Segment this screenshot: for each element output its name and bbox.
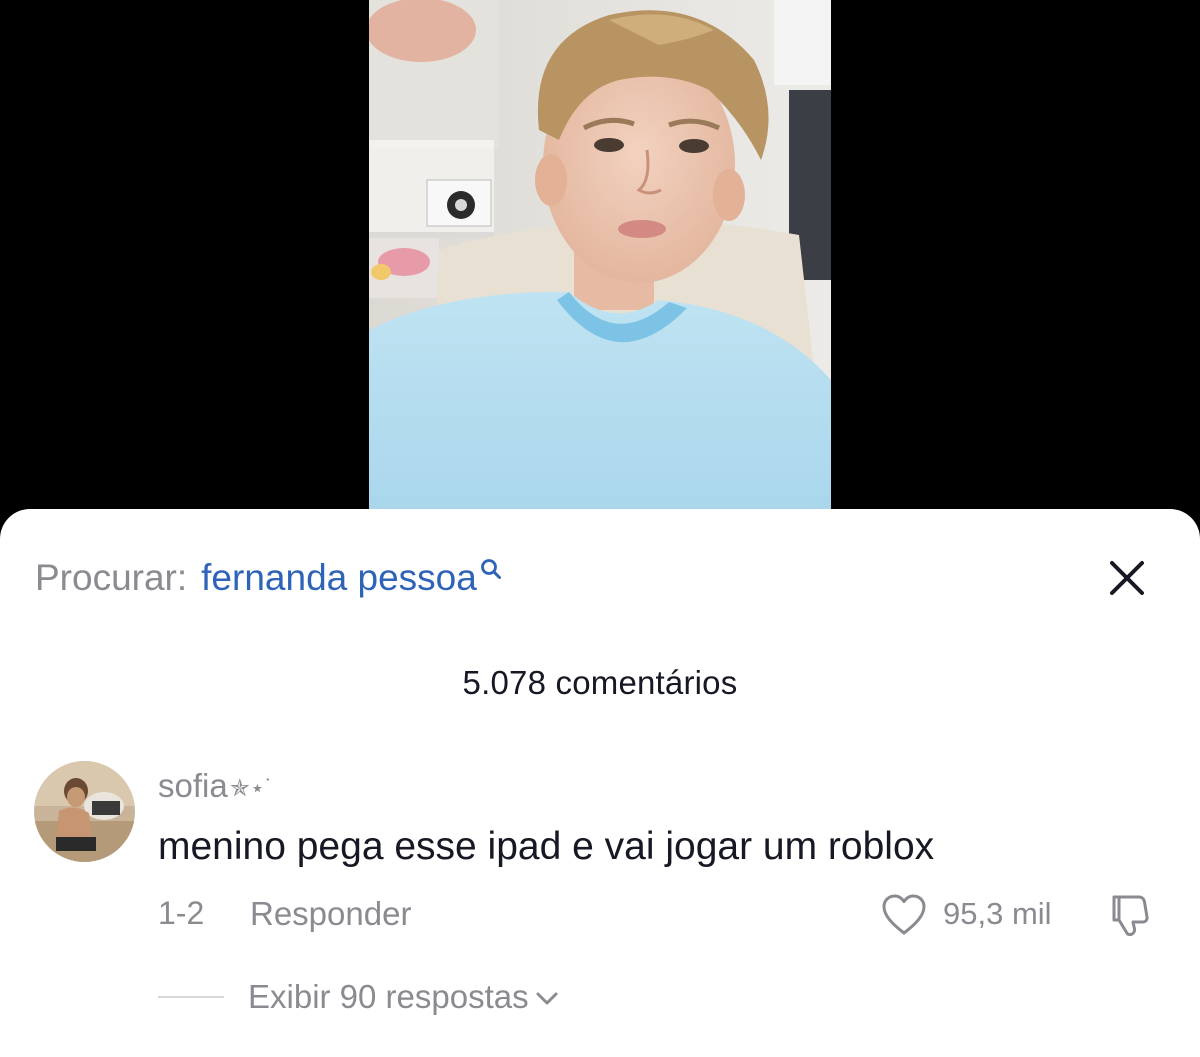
thumbs-down-icon[interactable]	[1107, 891, 1155, 939]
replies-divider	[158, 996, 224, 998]
like-button[interactable]	[881, 893, 927, 937]
comment-text: menino pega esse ipad e vai jogar um rob…	[158, 825, 935, 868]
username-decoration: ✯⋆˙	[229, 774, 273, 802]
chevron-down-icon[interactable]	[535, 991, 559, 1007]
view-replies-button[interactable]: Exibir 90 respostas	[248, 977, 559, 1017]
screen: Procurar: fernanda pessoa 5.078 comentár…	[0, 0, 1200, 1057]
dislike-button[interactable]	[1107, 891, 1155, 939]
view-replies-label[interactable]: Exibir 90 respostas	[248, 978, 529, 1016]
avatar[interactable]	[34, 761, 135, 862]
close-button[interactable]	[1104, 555, 1150, 601]
comment-count-title: 5.078 comentários	[462, 664, 738, 701]
video-player[interactable]	[369, 0, 831, 520]
search-icon[interactable]	[480, 547, 502, 589]
search-prefix-label: Procurar:	[35, 557, 188, 598]
heart-outline-icon[interactable]	[881, 893, 927, 937]
username[interactable]: sofia	[158, 767, 228, 805]
close-icon[interactable]	[1104, 555, 1150, 601]
comment-date: 1-2	[158, 895, 205, 931]
like-count: 95,3 mil	[943, 896, 1052, 931]
video-frame-image	[369, 0, 831, 520]
reply-button[interactable]: Responder	[250, 895, 411, 933]
comment-author[interactable]: sofia ✯⋆˙	[158, 766, 273, 806]
search-suggestion[interactable]: Procurar: fernanda pessoa	[35, 555, 502, 601]
search-term-link[interactable]: fernanda pessoa	[201, 557, 477, 599]
